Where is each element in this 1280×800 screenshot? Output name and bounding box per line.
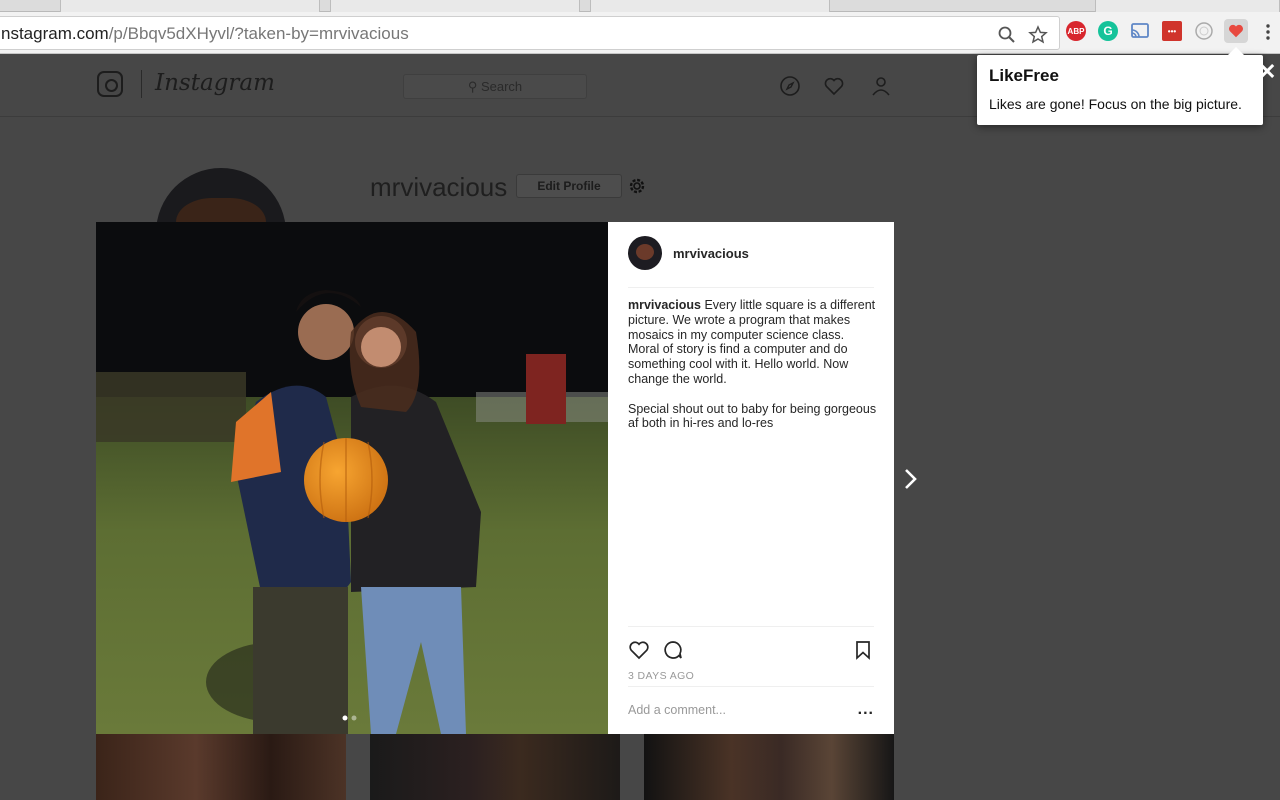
post-author-avatar[interactable] [628, 236, 662, 270]
search-input[interactable]: ⚲ Search [403, 74, 587, 99]
instagram-wordmark[interactable]: Instagram [155, 70, 275, 96]
post-photo[interactable] [96, 222, 608, 734]
likefree-extension-button[interactable] [1224, 19, 1248, 43]
caption-text: Every little square is a different pictu… [628, 298, 877, 431]
url-text[interactable]: nstagram.com/p/Bbqv5dXHyvl/?taken-by=mrv… [1, 24, 409, 44]
bookmark-star-icon[interactable] [1028, 25, 1048, 45]
grid-thumbnail[interactable] [96, 734, 346, 800]
post-details-panel: mrvivacious mrvivacious Every little squ… [608, 222, 894, 734]
search-icon: ⚲ [467, 79, 481, 94]
heart-icon [1228, 24, 1244, 38]
next-post-arrow-icon[interactable] [900, 466, 922, 492]
cast-icon[interactable] [1130, 21, 1150, 41]
grammarly-icon[interactable]: G [1098, 21, 1118, 41]
adblock-plus-icon[interactable]: ABP [1066, 21, 1086, 41]
edit-profile-button[interactable]: Edit Profile [516, 174, 622, 198]
search-placeholder: Search [480, 79, 523, 94]
post-timestamp[interactable]: 3 DAYS AGO [628, 670, 694, 682]
explore-compass-icon[interactable] [779, 75, 801, 97]
add-comment-input[interactable]: Add a comment... [628, 703, 726, 717]
avatar-face [636, 244, 654, 260]
grid-thumbnail[interactable] [644, 734, 894, 800]
like-heart-icon[interactable] [628, 639, 650, 661]
browser-menu-icon[interactable] [1258, 22, 1278, 42]
popup-title: LikeFree [989, 66, 1059, 85]
more-options-button[interactable]: ... [858, 701, 874, 719]
post-header: mrvivacious [628, 236, 874, 288]
circle-extension-icon[interactable] [1194, 21, 1214, 41]
settings-gear-icon[interactable] [627, 176, 647, 196]
address-bar[interactable]: nstagram.com/p/Bbqv5dXHyvl/?taken-by=mrv… [0, 16, 1060, 50]
profile-icon[interactable] [870, 75, 892, 97]
post-actions [628, 626, 874, 670]
grid-thumbnail[interactable] [370, 734, 620, 800]
browser-tab[interactable] [60, 0, 320, 12]
comment-row: Add a comment... ... [628, 686, 874, 726]
profile-username: mrvivacious [370, 172, 508, 202]
post-caption: mrvivacious Every little square is a dif… [628, 298, 878, 431]
browser-tab[interactable] [590, 0, 830, 12]
caption-username[interactable]: mrvivacious [628, 298, 701, 312]
browser-toolbar: nstagram.com/p/Bbqv5dXHyvl/?taken-by=mrv… [0, 12, 1280, 54]
instagram-camera-icon[interactable] [97, 71, 123, 97]
browser-tab[interactable] [330, 0, 580, 12]
activity-heart-icon[interactable] [823, 75, 845, 97]
url-path: /p/Bbqv5dXHyvl/?taken-by=mrvivacious [108, 24, 409, 43]
logo-divider [141, 70, 142, 98]
popup-message: Likes are gone! Focus on the big picture… [989, 96, 1242, 112]
comment-bubble-icon[interactable] [662, 639, 684, 661]
browser-tab[interactable] [1095, 0, 1280, 12]
tab-strip [0, 0, 1280, 12]
post-author-username[interactable]: mrvivacious [673, 246, 749, 261]
close-modal-icon[interactable]: ✕ [1258, 61, 1278, 83]
red-extension-icon[interactable]: ••• [1162, 21, 1182, 41]
url-host: nstagram.com [1, 24, 109, 43]
photo-illustration [96, 222, 608, 734]
zoom-icon[interactable] [997, 25, 1017, 45]
save-bookmark-icon[interactable] [852, 639, 874, 661]
adblock-label: ABP [1067, 26, 1085, 36]
likefree-popup: LikeFree Likes are gone! Focus on the bi… [977, 47, 1263, 125]
